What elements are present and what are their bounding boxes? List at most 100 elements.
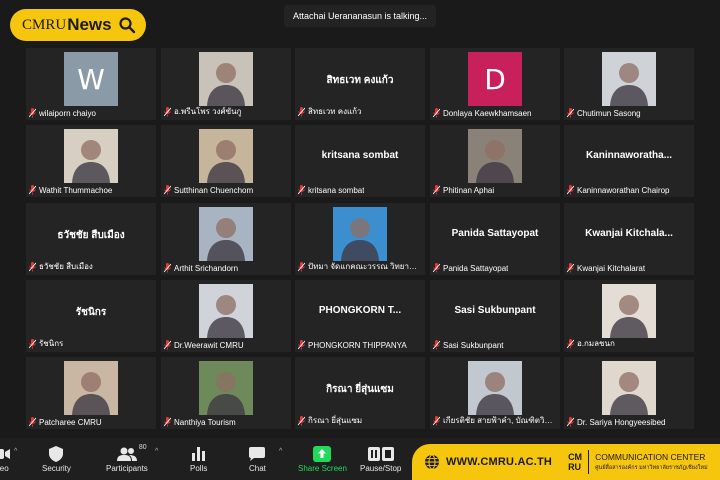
participant-name: Phitinan Aphai (443, 185, 495, 195)
participant-display-name: Sasi Sukbunpant (454, 305, 536, 316)
polls-button[interactable]: Polls (190, 444, 207, 473)
participant-tile[interactable]: Kaninnaworatha... Kaninnaworathan Chairop (564, 125, 694, 197)
participant-name: ปัทมา จัดแกคณะวรรณ วิทยาลัยน... (308, 262, 421, 271)
participants-icon: 80 (116, 444, 147, 464)
participant-tile[interactable]: Wathit Thummachoe (26, 125, 156, 197)
participant-name: kritsana sombat (308, 185, 365, 195)
participant-tile[interactable]: Wwilaiporn chaiyo (26, 48, 156, 120)
polls-label: Polls (190, 464, 208, 473)
pause-stop-button[interactable]: Pause/Stop (360, 444, 401, 473)
participant-name: Patcharee CMRU (39, 417, 102, 427)
participant-tile[interactable]: Kwanjai Kitchala... Kwanjai Kitchalarat (564, 203, 694, 275)
participant-name: Chutimun Sasong (577, 108, 641, 118)
participant-label: อ.กมลชนก (567, 337, 690, 350)
video-caret-icon[interactable]: ^ (14, 448, 17, 455)
participant-label: ธวัชชัย สืบเมือง (29, 260, 152, 273)
participant-name: Kaninnaworathan Chairop (577, 185, 670, 195)
participant-tile[interactable]: D Donlaya Kaewkhamsaen (430, 48, 560, 120)
mic-muted-icon (567, 338, 574, 349)
participants-caret-icon[interactable]: ^ (155, 448, 158, 455)
participants-count: 80 (138, 444, 147, 451)
chat-caret-icon[interactable]: ^ (279, 448, 282, 455)
participant-tile[interactable]: Phitinan Aphai (430, 125, 560, 197)
pause-stop-label: Pause/Stop (360, 464, 402, 473)
avatar (602, 52, 656, 106)
participant-name: Kwanjai Kitchalarat (577, 263, 646, 273)
avatar (199, 52, 253, 106)
participant-tile[interactable]: Arthit Srichandorn (161, 203, 291, 275)
chat-button[interactable]: Chat (249, 444, 266, 473)
participant-tile[interactable]: กิรณา ยี่สุ่นแซม กิรณา ยี่สุ่นแซม (295, 357, 425, 429)
communication-center-subtitle: ศูนย์สื่อสารองค์กร มหาวิทยาลัยราชภัฏเชีย… (595, 465, 708, 471)
participant-tile[interactable]: Sasi Sukbunpant Sasi Sukbunpant (430, 280, 560, 352)
participant-tile[interactable]: Panida Sattayopat Panida Sattayopat (430, 203, 560, 275)
participant-tile[interactable]: รัชนิกร รัชนิกร (26, 280, 156, 352)
participant-display-name: สิทธเวท คงแก้ว (326, 75, 394, 86)
mic-muted-icon (29, 417, 36, 427)
participants-button[interactable]: 80 Participants (106, 444, 148, 473)
participant-label: Wathit Thummachoe (29, 185, 152, 195)
participant-tile[interactable]: Patcharee CMRU (26, 357, 156, 429)
participant-label: Kaninnaworathan Chairop (567, 185, 690, 195)
share-screen-icon (313, 444, 332, 464)
avatar-letter: D (484, 62, 506, 96)
avatar (468, 361, 522, 415)
participant-tile[interactable]: Chutimun Sasong (564, 48, 694, 120)
participant-display-name: PHONGKORN T... (318, 305, 402, 316)
cmru-news-badge: CMRU News (10, 9, 146, 41)
participant-label: Panida Sattayopat (433, 263, 556, 273)
participant-tile[interactable]: สิทธเวท คงแก้ว สิทธเวท คงแก้ว (295, 48, 425, 120)
website-url[interactable]: WWW.CMRU.AC.TH (446, 456, 552, 468)
participant-label: กิรณา ยี่สุ่นแซม (298, 414, 421, 427)
participant-name: ธวัชชัย สืบเมือง (39, 262, 93, 271)
participant-tile[interactable]: Dr. Sariya Hongyeesibed (564, 357, 694, 429)
participant-tile[interactable]: อ.พรีนโพร วงศ์ขันกู (161, 48, 291, 120)
participant-tile[interactable]: ธวัชชัย สืบเมือง ธวัชชัย สืบเมือง (26, 203, 156, 275)
mic-muted-icon (298, 185, 305, 195)
share-screen-button[interactable]: Share Screen (298, 444, 347, 473)
participant-label: เกียรติชัย สายฟ้าคำ, บัณฑิตวิทย... (433, 414, 556, 427)
avatar (468, 129, 522, 183)
participant-name: Dr.Weerawit CMRU (174, 340, 244, 350)
avatar (333, 207, 387, 261)
participant-tile[interactable]: Sutthinan Chuenchom (161, 125, 291, 197)
participant-name: Sutthinan Chuenchom (174, 185, 254, 195)
participant-tile[interactable]: อ.กมลชนก (564, 280, 694, 352)
mic-muted-icon (433, 108, 440, 118)
mic-muted-icon (298, 261, 305, 272)
participant-label: อ.พรีนโพร วงศ์ขันกู (164, 105, 287, 118)
mic-muted-icon (164, 340, 171, 350)
participant-tile[interactable]: kritsana sombat kritsana sombat (295, 125, 425, 197)
participant-name: Sasi Sukbunpant (443, 340, 504, 350)
participant-tile[interactable]: Nanthiya Tourism (161, 357, 291, 429)
participant-name: wilaiporn chaiyo (39, 108, 96, 118)
security-button[interactable]: Security (42, 444, 71, 473)
participant-name: รัชนิกร (39, 339, 64, 348)
mic-muted-icon (298, 340, 305, 350)
participant-tile[interactable]: ปัทมา จัดแกคณะวรรณ วิทยาลัยน... (295, 203, 425, 275)
mic-muted-icon (164, 106, 171, 117)
polls-icon (191, 444, 206, 464)
participant-tile[interactable]: เกียรติชัย สายฟ้าคำ, บัณฑิตวิทย... (430, 357, 560, 429)
participant-tile[interactable]: Dr.Weerawit CMRU (161, 280, 291, 352)
participant-name: Panida Sattayopat (443, 263, 509, 273)
mic-muted-icon (433, 415, 440, 426)
participant-label: Arthit Srichandorn (164, 263, 287, 273)
brand-part1: CMRU (22, 16, 67, 33)
mic-muted-icon (433, 340, 440, 350)
participant-name: เกียรติชัย สายฟ้าคำ, บัณฑิตวิทย... (443, 416, 556, 425)
participant-label: สิทธเวท คงแก้ว (298, 105, 421, 118)
participant-name: อ.พรีนโพร วงศ์ขันกู (174, 107, 242, 116)
participant-name: Donlaya Kaewkhamsaen (443, 108, 532, 118)
participant-label: Nanthiya Tourism (164, 417, 287, 427)
video-button[interactable]: deo (0, 444, 10, 473)
participant-tile[interactable]: PHONGKORN T... PHONGKORN THIPPANYA (295, 280, 425, 352)
avatar (199, 284, 253, 338)
share-screen-label: Share Screen (298, 464, 347, 473)
participant-label: wilaiporn chaiyo (29, 108, 152, 118)
mic-muted-icon (433, 263, 440, 273)
mic-muted-icon (164, 185, 171, 195)
search-icon (118, 16, 136, 34)
cmru-logo: CM RU (568, 452, 582, 472)
participant-label: ปัทมา จัดแกคณะวรรณ วิทยาลัยน... (298, 260, 421, 273)
